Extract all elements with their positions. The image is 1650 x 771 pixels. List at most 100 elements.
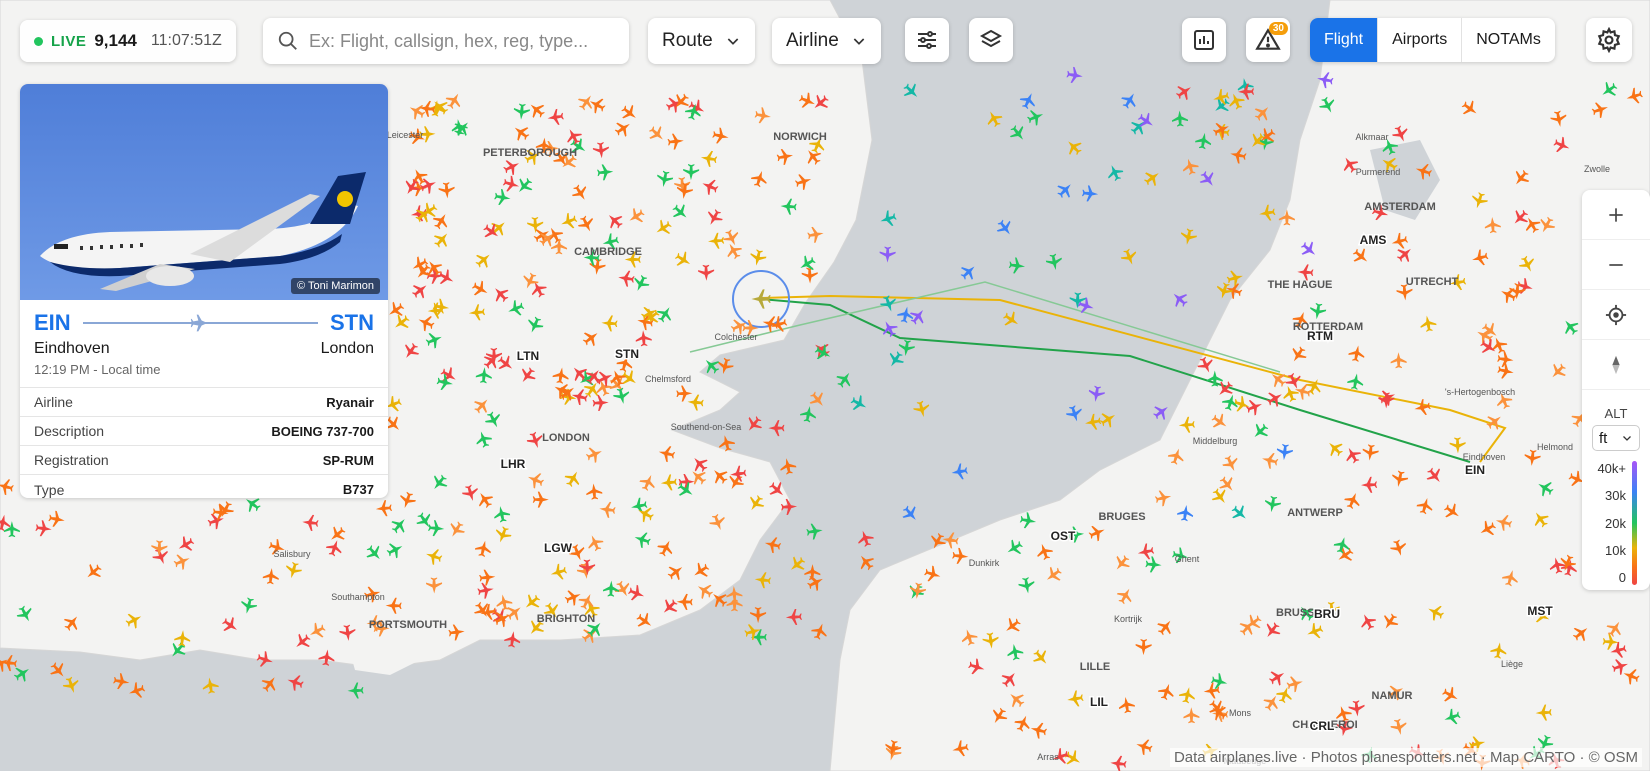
live-label: LIVE — [51, 32, 87, 50]
chevron-down-icon — [1623, 436, 1631, 441]
plus-icon — [1609, 207, 1623, 222]
altitude-unit-select[interactable]: ft — [1592, 425, 1640, 451]
map-label: CRL — [1310, 719, 1335, 733]
map-label: Salisbury — [273, 549, 311, 559]
destination-city: London — [320, 340, 374, 357]
route-filter-label: Route — [662, 30, 713, 51]
detail-label: Type — [34, 481, 65, 498]
map-label: Alkmaar — [1355, 132, 1388, 142]
compass-button[interactable] — [1582, 340, 1650, 390]
map-label: Eindhoven — [1463, 452, 1506, 462]
map-label: Southampton — [331, 592, 385, 602]
map-label: AMSTERDAM — [1364, 201, 1436, 213]
alerts-button[interactable]: 30 — [1246, 18, 1290, 62]
filter-settings-button[interactable] — [905, 18, 949, 62]
detail-label: Description — [34, 423, 105, 439]
detail-label: Airline — [34, 394, 73, 410]
alerts-badge: 30 — [1268, 22, 1288, 35]
tab-flight[interactable]: Flight — [1310, 18, 1378, 62]
origin-city: Eindhoven — [34, 340, 110, 357]
altitude-tick: 40k+ — [1597, 461, 1626, 476]
route-filter-dropdown[interactable]: Route — [648, 18, 755, 64]
zoom-in-button[interactable] — [1582, 190, 1650, 240]
map-label: Kortrijk — [1114, 614, 1143, 624]
compass-icon — [1612, 355, 1620, 374]
map-label: NAMUR — [1372, 690, 1413, 702]
map-label: AMS — [1360, 233, 1387, 247]
altitude-scale: 40k+ 30k 20k 10k 0 — [1582, 461, 1650, 585]
route-line — [82, 314, 318, 332]
detail-value: BOEING 737-700 — [271, 423, 374, 439]
bar-chart-icon — [1194, 30, 1214, 50]
aircraft-count: 9,144 — [94, 31, 137, 50]
map-label: Leicester — [387, 130, 424, 140]
map-label: THE HAGUE — [1268, 279, 1333, 291]
aircraft-photo-illustration — [40, 172, 366, 291]
altitude-tick: 10k — [1605, 542, 1626, 558]
detail-value: B737 — [342, 482, 374, 497]
flight-details: Airline Ryanair Description BOEING 737-700… — [20, 387, 388, 498]
tab-airports[interactable]: Airports — [1377, 18, 1461, 62]
route-summary: EIN STN Eindhoven London 12:19 PM - Loca… — [20, 300, 388, 387]
map-label: Mons — [1229, 708, 1252, 718]
detail-row-airline: Airline Ryanair — [20, 388, 388, 417]
search-input[interactable] — [309, 30, 609, 52]
map-label: PORTSMOUTH — [369, 619, 447, 631]
map-controls: ALT ft 40k+ 30k 20k 10k 0 — [1582, 190, 1650, 590]
altitude-unit-value: ft — [1599, 429, 1608, 447]
statistics-button[interactable] — [1182, 18, 1226, 62]
airline-filter-label: Airline — [786, 30, 839, 51]
search-icon — [278, 31, 297, 50]
map-label: LIL — [1090, 695, 1108, 709]
detail-value: Ryanair — [326, 394, 374, 410]
map-label: Chelmsford — [645, 374, 691, 384]
settings-button[interactable] — [1586, 18, 1632, 62]
altitude-legend-title: ALT — [1604, 406, 1628, 421]
flight-info-card[interactable]: © Toni Marimon EIN STN Eindhoven London … — [20, 84, 388, 498]
chevron-down-icon — [853, 38, 865, 45]
locate-button[interactable] — [1582, 290, 1650, 340]
map-label: PETERBOROUGH — [483, 147, 577, 159]
tab-notams[interactable]: NOTAMs — [1461, 18, 1555, 62]
zoom-out-button[interactable] — [1582, 240, 1650, 290]
map-label: Colchester — [714, 332, 757, 342]
map-label: CAMBRIDGE — [574, 246, 642, 258]
map-label: Purmerend — [1356, 167, 1401, 177]
live-status: LIVE 9,144 11:07:51Z — [20, 20, 236, 62]
map-label: OST — [1051, 529, 1076, 543]
map-label: Zwolle — [1584, 164, 1610, 174]
mode-tabs: Flight Airports NOTAMs — [1310, 18, 1555, 62]
destination-code: STN — [330, 310, 374, 335]
detail-row-type: Type B737 — [20, 475, 388, 498]
map-label: BRIGHTON — [537, 613, 596, 625]
map-attribution: Data airplanes.live · Photos planespotte… — [1169, 748, 1642, 767]
altitude-tick: 20k — [1605, 515, 1626, 531]
detail-label: Registration — [34, 452, 109, 468]
map-label: LONDON — [542, 432, 590, 444]
search-box[interactable] — [263, 18, 629, 64]
map-layers-button[interactable] — [969, 18, 1013, 62]
photo-credit: © Toni Marimon — [291, 278, 380, 294]
map-label: ANTWERP — [1287, 507, 1343, 519]
map-label: Dunkirk — [969, 558, 1000, 568]
utc-time: 11:07:51Z — [150, 32, 222, 49]
map-label: Arras — [1037, 752, 1059, 762]
layers-icon — [979, 29, 1003, 48]
map-label: RTM — [1307, 329, 1333, 343]
map-label: Liège — [1501, 659, 1523, 669]
sliders-icon — [918, 31, 936, 49]
map-label: BRU — [1314, 607, 1340, 621]
map-label: EIN — [1465, 463, 1485, 477]
map-label: Southend-on-Sea — [671, 422, 742, 432]
detail-value: SP-RUM — [322, 452, 374, 468]
altitude-tick: 30k — [1605, 488, 1626, 504]
map-label: LILLE — [1080, 661, 1111, 673]
airline-filter-dropdown[interactable]: Airline — [772, 18, 881, 64]
live-indicator-dot — [34, 36, 43, 46]
aircraft-photo: © Toni Marimon — [20, 84, 388, 300]
map-label: LTN — [517, 349, 539, 363]
map-label: Middelburg — [1193, 436, 1238, 446]
origin-code: EIN — [34, 310, 71, 335]
map-label: Ghent — [1175, 554, 1200, 564]
crosshair-icon — [1605, 304, 1627, 325]
